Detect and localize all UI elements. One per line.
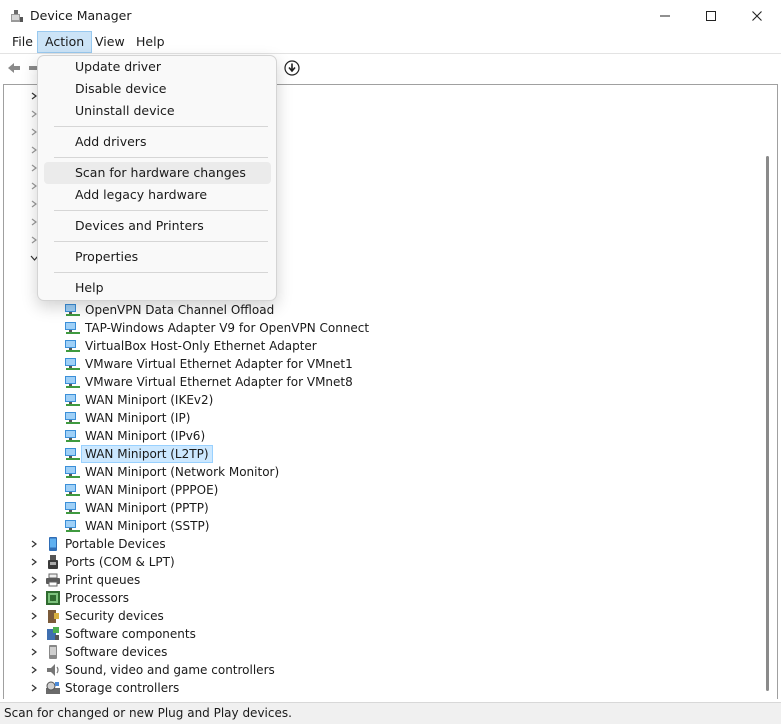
menu-item-add-drivers[interactable]: Add drivers	[44, 131, 271, 153]
scrollbar-thumb[interactable]	[766, 156, 769, 691]
menu-item-devices-and-printers[interactable]: Devices and Printers	[44, 215, 271, 237]
status-text: Scan for changed or new Plug and Play de…	[4, 706, 292, 720]
menu-item-add-legacy-hardware[interactable]: Add legacy hardware	[44, 184, 271, 206]
portable-device-icon	[49, 537, 57, 551]
category-label: Sound, video and game controllers	[65, 663, 275, 677]
status-bar: Scan for changed or new Plug and Play de…	[0, 702, 781, 724]
processor-icon	[46, 591, 60, 605]
storage-controller-icon	[46, 681, 60, 694]
chevron-right-icon[interactable]	[28, 679, 40, 697]
close-button[interactable]	[734, 0, 780, 32]
menu-file[interactable]: File	[5, 31, 40, 53]
menu-item-properties[interactable]: Properties	[44, 246, 271, 268]
device-label: VirtualBox Host-Only Ethernet Adapter	[85, 339, 317, 353]
menu-separator	[54, 241, 268, 242]
device-label: OpenVPN Data Channel Offload	[85, 303, 275, 317]
device-label: VMware Virtual Ethernet Adapter for VMne…	[85, 357, 353, 371]
title-bar: Device Manager	[0, 0, 781, 32]
chevron-right-icon[interactable]	[28, 607, 40, 625]
menu-item-scan-hardware-changes[interactable]: Scan for hardware changes	[44, 162, 271, 184]
minimize-icon	[660, 15, 670, 17]
device-manager-app-icon	[11, 10, 23, 22]
chevron-right-icon[interactable]	[28, 661, 40, 679]
menu-item-update-driver[interactable]: Update driver	[44, 56, 271, 78]
chevron-right-icon[interactable]	[28, 571, 40, 589]
menu-item-disable-device[interactable]: Disable device	[44, 78, 271, 100]
chevron-right-icon[interactable]	[28, 589, 40, 607]
vertical-scrollbar[interactable]	[761, 86, 775, 698]
menu-view[interactable]: View	[88, 31, 132, 53]
network-adapter-icon	[65, 520, 80, 532]
software-component-icon	[47, 627, 59, 640]
network-adapter-icon	[65, 358, 80, 370]
enable-device-button[interactable]	[282, 58, 302, 78]
network-adapter-icon	[65, 448, 80, 460]
network-adapter-icon	[65, 430, 80, 442]
menu-item-help[interactable]: Help	[44, 277, 271, 299]
network-adapter-icon	[65, 412, 80, 424]
enable-device-icon	[284, 60, 300, 76]
menu-action[interactable]: Action	[37, 31, 93, 53]
maximize-button[interactable]	[688, 0, 734, 32]
device-label: WAN Miniport (IPv6)	[85, 429, 206, 443]
software-device-icon	[49, 645, 57, 659]
device-label-selected: WAN Miniport (L2TP)	[81, 445, 213, 463]
menu-separator	[54, 272, 268, 273]
menu-separator	[54, 210, 268, 211]
back-button[interactable]	[4, 58, 24, 78]
minimize-button[interactable]	[642, 0, 688, 32]
chevron-right-icon[interactable]	[28, 643, 40, 661]
category-label: Print queues	[65, 573, 141, 587]
network-adapter-icon	[65, 394, 80, 406]
category-label: Security devices	[65, 609, 164, 623]
speaker-icon	[47, 664, 59, 676]
maximize-icon	[706, 11, 716, 21]
chevron-right-icon[interactable]	[28, 535, 40, 553]
network-adapter-icon	[65, 376, 80, 388]
chevron-right-icon[interactable]	[28, 625, 40, 643]
chevron-right-icon[interactable]	[28, 553, 40, 571]
category-label: Processors	[65, 591, 130, 605]
device-label: WAN Miniport (PPTP)	[85, 501, 209, 515]
device-label: TAP-Windows Adapter V9 for OpenVPN Conne…	[85, 321, 370, 335]
menu-help[interactable]: Help	[129, 31, 172, 53]
menu-separator	[54, 126, 268, 127]
network-adapter-icon	[65, 340, 80, 352]
security-device-icon	[48, 610, 59, 623]
device-label: WAN Miniport (PPPOE)	[85, 483, 219, 497]
device-label: WAN Miniport (Network Monitor)	[85, 465, 280, 479]
close-icon	[752, 11, 762, 21]
device-label: VMware Virtual Ethernet Adapter for VMne…	[85, 375, 353, 389]
category-label: Software devices	[65, 645, 168, 659]
menu-bar: File Action View Help	[0, 31, 781, 53]
category-label: Ports (COM & LPT)	[65, 555, 175, 569]
printer-icon	[46, 573, 60, 587]
device-label: WAN Miniport (SSTP)	[85, 519, 210, 533]
menu-item-uninstall-device[interactable]: Uninstall device	[44, 100, 271, 122]
category-label: Storage controllers	[65, 681, 180, 695]
action-menu-dropdown: Update driver Disable device Uninstall d…	[37, 55, 277, 301]
device-label: WAN Miniport (IP)	[85, 411, 191, 425]
category-label: Portable Devices	[65, 537, 166, 551]
network-adapter-icon	[65, 322, 80, 334]
window-title: Device Manager	[30, 8, 132, 23]
network-adapter-icon	[65, 304, 80, 316]
port-icon	[48, 555, 58, 569]
device-label: WAN Miniport (IKEv2)	[85, 393, 214, 407]
network-adapter-icon	[65, 466, 80, 478]
back-arrow-icon	[8, 63, 20, 73]
network-adapter-icon	[65, 484, 80, 496]
menu-separator	[54, 157, 268, 158]
category-label: Software components	[65, 627, 196, 641]
network-adapter-icon	[65, 502, 80, 514]
